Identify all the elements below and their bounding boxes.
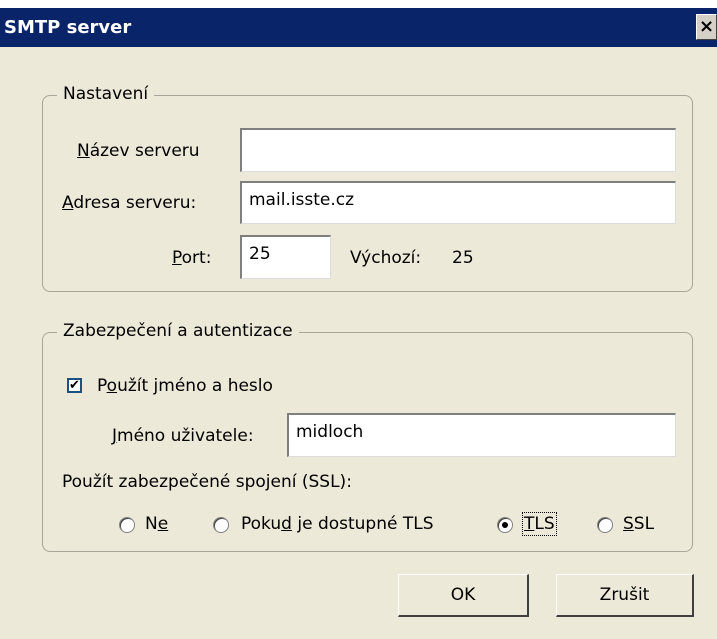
radio-tls-if-available[interactable] [213,517,229,533]
username-label: Jméno uživatele: [112,426,254,446]
security-group-legend: Zabezpečení a autentizace [57,321,299,341]
radio-selected-dot [502,522,508,528]
server-name-field[interactable] [240,128,676,172]
close-button[interactable]: × [696,14,717,40]
radio-ssl-none-label[interactable]: Ne [145,514,168,534]
radio-tls-if-available-label[interactable]: Pokud je dostupné TLS [241,514,434,534]
ok-button[interactable]: OK [398,574,529,617]
default-port-value: 25 [452,248,474,268]
cancel-button[interactable]: Zrušit [556,574,694,617]
radio-tls-label[interactable]: TLS [522,512,557,536]
default-port-label: Výchozí: [350,248,422,268]
smtp-server-dialog: SMTP server × Nastavení Název serveru Ad… [0,8,717,639]
radio-ssl-none[interactable] [119,517,135,533]
title-bar[interactable]: SMTP server × [0,8,717,47]
use-credentials-checkbox[interactable]: ✔ [67,378,82,393]
window-title: SMTP server [4,17,132,38]
port-label: Port: [172,248,212,268]
radio-ssl[interactable] [597,517,613,533]
server-name-label: Název serveru [77,141,200,161]
server-address-field[interactable]: mail.isste.cz [240,181,676,224]
close-icon: × [698,16,715,37]
radio-tls[interactable] [497,517,513,533]
server-address-label: Adresa serveru: [62,193,197,213]
settings-group-legend: Nastavení [57,84,155,104]
use-credentials-label[interactable]: Použít jméno a heslo [97,376,273,396]
ssl-connection-label: Použít zabezpečené spojení (SSL): [62,472,352,492]
checkmark-icon: ✔ [69,378,80,393]
port-field[interactable]: 25 [240,235,331,279]
radio-ssl-label[interactable]: SSL [623,514,654,534]
username-field[interactable]: midloch [287,413,676,457]
